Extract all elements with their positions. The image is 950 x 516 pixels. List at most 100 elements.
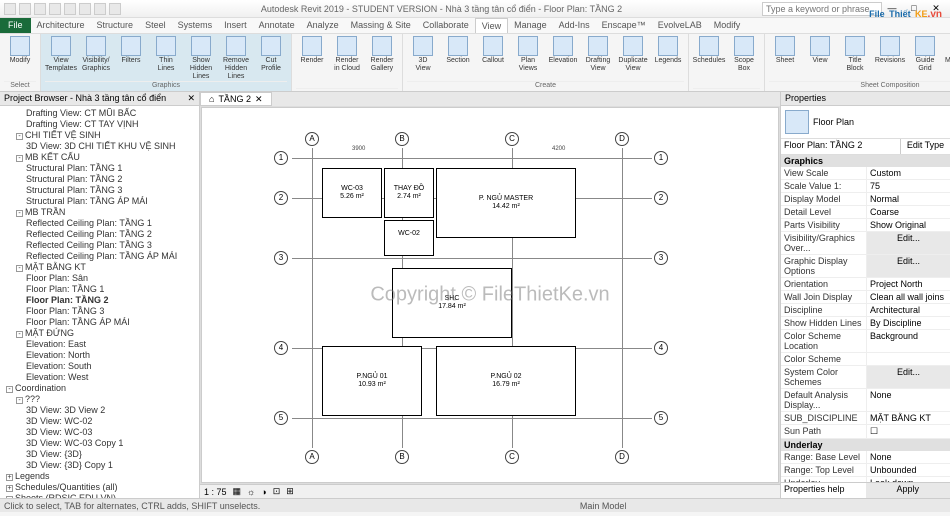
ribbon-button[interactable]: Sheet (769, 36, 801, 73)
property-row[interactable]: Color Scheme LocationBackground (781, 330, 950, 353)
tree-item[interactable]: 3D View: WC-02 (2, 416, 197, 427)
tree-item[interactable]: Elevation: East (2, 339, 197, 350)
view-icon[interactable]: ☼ (247, 487, 255, 497)
qat-icon[interactable] (109, 3, 121, 15)
instance-selector[interactable]: Floor Plan: TẦNG 2 (781, 139, 900, 154)
ribbon-button[interactable]: DraftingView (582, 36, 614, 73)
ribbon-button[interactable]: Section (442, 36, 474, 73)
scale-display[interactable]: 1 : 75 (204, 487, 227, 497)
tree-item[interactable]: Structural Plan: TẦNG 2 (2, 174, 197, 185)
tree-item[interactable]: +Schedules/Quantities (all) (2, 482, 197, 493)
ribbon-button[interactable]: 3DView (407, 36, 439, 73)
ribbon-button[interactable]: Callout (477, 36, 509, 73)
ribbon-button[interactable]: PlanViews (512, 36, 544, 73)
property-row[interactable]: Wall Join DisplayClean all wall joins (781, 291, 950, 304)
qat-icon[interactable] (94, 3, 106, 15)
tree-item[interactable]: Reflected Ceiling Plan: TẦNG 3 (2, 240, 197, 251)
ribbon-button[interactable]: CutProfile (255, 36, 287, 81)
property-group[interactable]: Graphics (781, 155, 950, 167)
ribbon-button[interactable]: TitleBlock (839, 36, 871, 73)
view-control-bar[interactable]: 1 : 75 ▦☼◑⊡⊞ (200, 484, 780, 498)
tree-item[interactable]: Reflected Ceiling Plan: TẦNG 2 (2, 229, 197, 240)
ribbon-tab[interactable]: Collaborate (417, 18, 475, 33)
qat-icon[interactable] (19, 3, 31, 15)
tree-item[interactable]: Floor Plan: TẦNG 3 (2, 306, 197, 317)
tab-close-icon[interactable]: ✕ (255, 94, 263, 104)
tree-item[interactable]: -CHI TIẾT VỆ SINH (2, 130, 197, 141)
tree-item[interactable]: -MB TRẦN (2, 207, 197, 218)
property-row[interactable]: Sun Path (781, 425, 950, 439)
property-row[interactable]: SUB_DISCIPLINEMẶT BẰNG KT (781, 412, 950, 425)
property-row[interactable]: System Color SchemesEdit... (781, 366, 950, 389)
property-row[interactable]: Display ModelNormal (781, 193, 950, 206)
property-row[interactable]: Show Hidden LinesBy Discipline (781, 317, 950, 330)
ribbon-tab[interactable]: Annotate (253, 18, 301, 33)
ribbon-tab[interactable]: Structure (91, 18, 140, 33)
ribbon-button[interactable]: ScopeBox (728, 36, 760, 73)
view-icon[interactable]: ▦ (233, 486, 242, 497)
tree-item[interactable]: Structural Plan: TẦNG ÁP MÁI (2, 196, 197, 207)
property-row[interactable]: Scale Value 1:75 (781, 180, 950, 193)
ribbon-button[interactable]: Schedules (693, 36, 725, 73)
ribbon-tab[interactable]: EvolveLAB (652, 18, 708, 33)
ribbon-tab[interactable]: Steel (139, 18, 172, 33)
ribbon-button[interactable]: Filters (115, 36, 147, 81)
qat-icon[interactable] (64, 3, 76, 15)
ribbon-tab[interactable]: Insert (218, 18, 253, 33)
ribbon-tab[interactable]: Add-Ins (553, 18, 596, 33)
property-row[interactable]: Visibility/Graphics Over...Edit... (781, 232, 950, 255)
ribbon-tab[interactable]: Modify (708, 18, 747, 33)
tree-item[interactable]: Reflected Ceiling Plan: TẦNG ÁP MÁI (2, 251, 197, 262)
tree-item[interactable]: -Sheets (RDSIC.EDU.VN) (2, 493, 197, 498)
tree-item[interactable]: Reflected Ceiling Plan: TẦNG 1 (2, 218, 197, 229)
tree-item[interactable]: Floor Plan: Sân (2, 273, 197, 284)
ribbon-tab[interactable]: Architecture (31, 18, 91, 33)
tree-item[interactable]: Structural Plan: TẦNG 1 (2, 163, 197, 174)
ribbon-button[interactable]: Renderin Cloud (331, 36, 363, 73)
tree-item[interactable]: -MẶT BẰNG KT (2, 262, 197, 273)
qat-icon[interactable] (79, 3, 91, 15)
ribbon-tab[interactable]: Analyze (301, 18, 345, 33)
ribbon-button[interactable]: Matchline (944, 36, 950, 73)
type-name[interactable]: Floor Plan (813, 117, 854, 127)
tree-item[interactable]: Floor Plan: TẦNG 1 (2, 284, 197, 295)
ribbon-tab[interactable]: Systems (172, 18, 219, 33)
file-tab[interactable]: File (0, 18, 31, 33)
tree-item[interactable]: 3D View: WC-03 (2, 427, 197, 438)
ribbon-button[interactable]: Legends (652, 36, 684, 73)
ribbon-button[interactable]: ShowHidden Lines (185, 36, 217, 81)
view-icon[interactable]: ◑ (261, 487, 266, 497)
tree-item[interactable]: 3D View: {3D} Copy 1 (2, 460, 197, 471)
tree-item[interactable]: -??? (2, 394, 197, 405)
tree-item[interactable]: Floor Plan: TẦNG ÁP MÁI (2, 317, 197, 328)
edit-type-button[interactable]: Edit Type (900, 139, 950, 154)
ribbon-button[interactable]: RemoveHidden Lines (220, 36, 252, 81)
ribbon-button[interactable]: Revisions (874, 36, 906, 73)
properties-help-link[interactable]: Properties help (781, 483, 866, 498)
ribbon-button[interactable]: ViewTemplates (45, 36, 77, 81)
qat-icon[interactable] (34, 3, 46, 15)
ribbon-button[interactable]: DuplicateView (617, 36, 649, 73)
property-list[interactable]: GraphicsView ScaleCustomScale Value 1:75… (781, 155, 950, 482)
ribbon-button[interactable]: Render (296, 36, 328, 73)
browser-close-icon[interactable]: ✕ (187, 93, 195, 104)
qat-icon[interactable] (4, 3, 16, 15)
property-row[interactable]: DisciplineArchitectural (781, 304, 950, 317)
canvas[interactable]: AABBCCDD1122334455WC-035.26 m²THAY ĐỒ2.7… (201, 107, 779, 483)
ribbon-button[interactable]: RenderGallery (366, 36, 398, 73)
tree-item[interactable]: -Coordination (2, 383, 197, 394)
tree-item[interactable]: -MẶT ĐỨNG (2, 328, 197, 339)
document-tab[interactable]: ⌂TẦNG 2✕ (200, 92, 272, 106)
tree-item[interactable]: -MB KẾT CẤU (2, 152, 197, 163)
tree-item[interactable]: 3D View: 3D CHI TIẾT KHU VỆ SINH (2, 141, 197, 152)
ribbon-button[interactable]: ThinLines (150, 36, 182, 81)
tree-item[interactable]: Drafting View: CT TAY VỊNH (2, 119, 197, 130)
tree-item[interactable]: Elevation: South (2, 361, 197, 372)
tree-item[interactable]: 3D View: WC-03 Copy 1 (2, 438, 197, 449)
tree-item[interactable]: Drafting View: CT MŨI BẤC (2, 108, 197, 119)
ribbon-tab[interactable]: Manage (508, 18, 553, 33)
property-row[interactable]: Detail LevelCoarse (781, 206, 950, 219)
view-icon[interactable]: ⊡ (273, 486, 281, 497)
ribbon-button[interactable]: Modify (4, 36, 36, 65)
qat-icon[interactable] (49, 3, 61, 15)
